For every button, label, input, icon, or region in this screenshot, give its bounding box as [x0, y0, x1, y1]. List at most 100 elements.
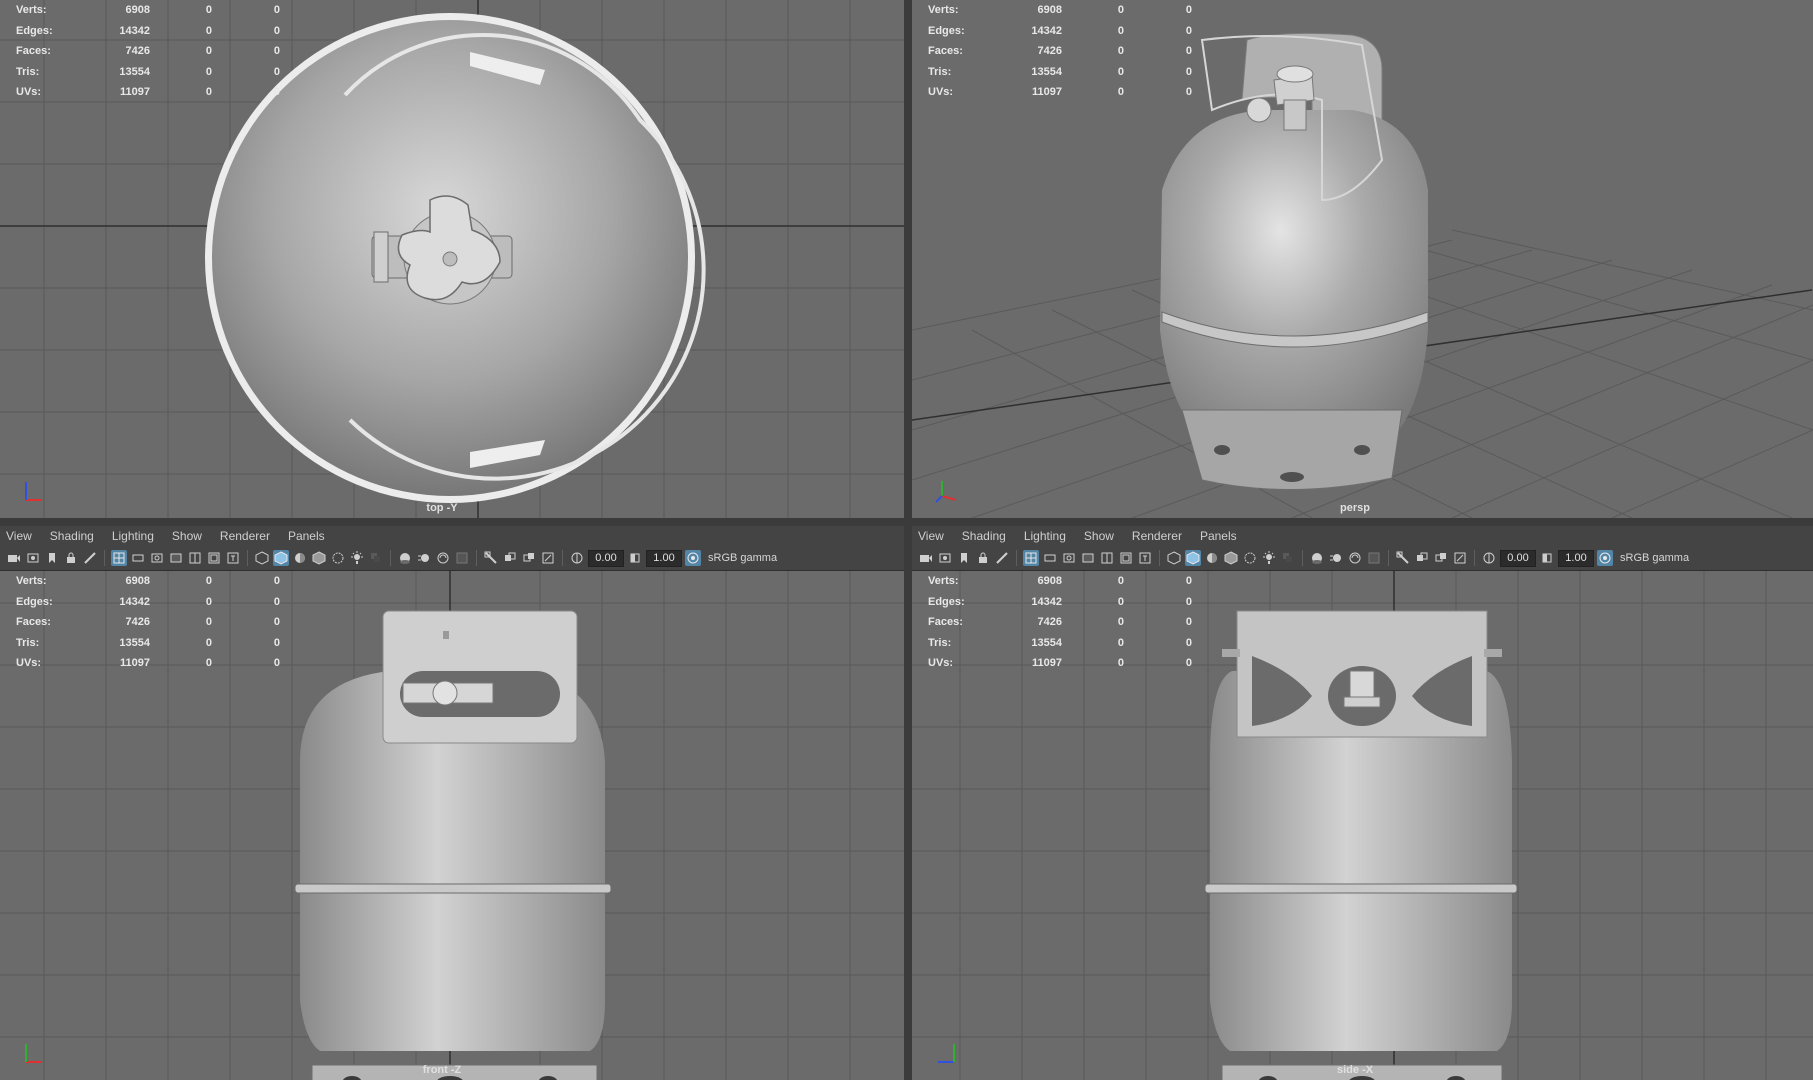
isolate-icon[interactable]	[1395, 550, 1411, 566]
hud-row-uvs: UVs: 11097 0 0	[16, 657, 280, 670]
ambient-occlusion-icon[interactable]	[397, 550, 413, 566]
exposure-icon[interactable]	[1481, 550, 1497, 566]
panel-divider-vertical[interactable]	[904, 0, 912, 1080]
menu-lighting[interactable]: Lighting	[112, 529, 154, 543]
viewport-panel-side[interactable]: View Shading Lighting Show Renderer Pane…	[912, 526, 1813, 1080]
hud-row-verts: Verts: 6908 0 0	[928, 4, 1192, 17]
wireframe-icon[interactable]	[254, 550, 270, 566]
safe-action-icon[interactable]	[206, 550, 222, 566]
menu-renderer[interactable]: Renderer	[1132, 529, 1182, 543]
default-material-icon[interactable]	[1204, 550, 1220, 566]
motion-blur-icon[interactable]	[416, 550, 432, 566]
menu-show[interactable]: Show	[172, 529, 202, 543]
light-icon[interactable]	[349, 550, 365, 566]
viewport-side[interactable]: Verts: 6908 0 0 Edges: 14342 0 0 Faces: 7426 0 0 …	[912, 571, 1813, 1080]
smooth-shade-icon[interactable]	[1185, 550, 1201, 566]
motion-blur-icon[interactable]	[1328, 550, 1344, 566]
exposure-field[interactable]: 0.00	[588, 549, 624, 567]
xray-icon[interactable]	[1242, 550, 1258, 566]
menu-shading[interactable]: Shading	[962, 529, 1006, 543]
safe-action-icon[interactable]	[1118, 550, 1134, 566]
camera-label-top: top -Y	[426, 502, 458, 514]
resolution-gate-icon[interactable]	[149, 550, 165, 566]
exposure-field[interactable]: 0.00	[1500, 549, 1536, 567]
field-chart-icon[interactable]	[187, 550, 203, 566]
film-gate-icon[interactable]	[130, 550, 146, 566]
menu-panels[interactable]: Panels	[1200, 529, 1237, 543]
viewport-panel-persp[interactable]: Verts: 6908 0 0 Edges: 14342 0 0 Faces: 7426 0 0 …	[912, 0, 1813, 518]
safe-title-icon[interactable]	[225, 550, 241, 566]
anti-alias-icon[interactable]	[435, 550, 451, 566]
depth-of-field-icon[interactable]	[454, 550, 470, 566]
textured-icon[interactable]	[1223, 550, 1239, 566]
grid-icon[interactable]	[1023, 550, 1039, 566]
menu-view[interactable]: View	[6, 529, 32, 543]
viewport-front[interactable]: Verts: 6908 0 0 Edges: 14342 0 0 Faces: 7426 0 0 …	[0, 571, 904, 1080]
camera-attributes-icon[interactable]	[937, 550, 953, 566]
colorspace-label[interactable]: sRGB gamma	[1620, 552, 1689, 564]
lock-camera-icon[interactable]	[975, 550, 991, 566]
camera-icon[interactable]	[6, 550, 22, 566]
camera-label-persp: persp	[1340, 502, 1370, 514]
viewport-persp[interactable]: Verts: 6908 0 0 Edges: 14342 0 0 Faces: 7426 0 0 …	[912, 0, 1813, 518]
xray-active-icon[interactable]	[521, 550, 537, 566]
axis-gizmo-icon	[25, 1044, 42, 1063]
xray-joints-icon[interactable]	[502, 550, 518, 566]
smooth-shade-icon[interactable]	[273, 550, 289, 566]
light-icon[interactable]	[1261, 550, 1277, 566]
gamma-field[interactable]: 1.00	[1558, 549, 1594, 567]
menu-renderer[interactable]: Renderer	[220, 529, 270, 543]
viewport-top[interactable]: Verts: 6908 0 0 Edges: 14342 0 0 Faces: 7426 0 0 …	[0, 0, 904, 518]
colorspace-icon[interactable]	[685, 550, 701, 566]
field-chart-icon[interactable]	[1099, 550, 1115, 566]
menu-panels[interactable]: Panels	[288, 529, 325, 543]
hud-row-verts: Verts: 6908 0 0	[16, 575, 280, 588]
bookmark-icon[interactable]	[956, 550, 972, 566]
menu-shading[interactable]: Shading	[50, 529, 94, 543]
camera-attributes-icon[interactable]	[25, 550, 41, 566]
film-gate-icon[interactable]	[1042, 550, 1058, 566]
bookmark-icon[interactable]	[44, 550, 60, 566]
grid-icon[interactable]	[111, 550, 127, 566]
hud-row-uvs: UVs: 11097 0 0	[928, 657, 1192, 670]
xray-joints-icon[interactable]	[1414, 550, 1430, 566]
resolution-gate-icon[interactable]	[1061, 550, 1077, 566]
xray-icon[interactable]	[330, 550, 346, 566]
exposure-icon[interactable]	[569, 550, 585, 566]
hud-row-edges: Edges: 14342 0 0	[16, 24, 280, 37]
colorspace-label[interactable]: sRGB gamma	[708, 552, 777, 564]
lock-camera-icon[interactable]	[63, 550, 79, 566]
menu-show[interactable]: Show	[1084, 529, 1114, 543]
gamma-icon[interactable]	[627, 550, 643, 566]
isolate-icon[interactable]	[483, 550, 499, 566]
frame-all-icon[interactable]	[540, 550, 556, 566]
default-material-icon[interactable]	[292, 550, 308, 566]
viewport-panel-top[interactable]: Verts: 6908 0 0 Edges: 14342 0 0 Faces: 7426 0 0 …	[0, 0, 904, 518]
gate-mask-icon[interactable]	[1080, 550, 1096, 566]
gamma-field[interactable]: 1.00	[646, 549, 682, 567]
colorspace-icon[interactable]	[1597, 550, 1613, 566]
shadows-icon[interactable]	[368, 550, 384, 566]
safe-title-icon[interactable]	[1137, 550, 1153, 566]
pan-zoom-icon[interactable]	[82, 550, 98, 566]
textured-icon[interactable]	[311, 550, 327, 566]
anti-alias-icon[interactable]	[1347, 550, 1363, 566]
frame-all-icon[interactable]	[1452, 550, 1468, 566]
gate-mask-icon[interactable]	[168, 550, 184, 566]
xray-active-icon[interactable]	[1433, 550, 1449, 566]
camera-label-front: front -Z	[422, 1064, 462, 1076]
wireframe-icon[interactable]	[1166, 550, 1182, 566]
gamma-icon[interactable]	[1539, 550, 1555, 566]
panel-divider-horizontal[interactable]	[0, 518, 1813, 526]
hud-row-edges: Edges: 14342 0 0	[928, 24, 1192, 37]
menu-view[interactable]: View	[918, 529, 944, 543]
viewport-panel-front[interactable]: View Shading Lighting Show Renderer Pane…	[0, 526, 904, 1080]
panel-menubar-front: View Shading Lighting Show Renderer Pane…	[0, 526, 904, 546]
depth-of-field-icon[interactable]	[1366, 550, 1382, 566]
shadows-icon[interactable]	[1280, 550, 1296, 566]
menu-lighting[interactable]: Lighting	[1024, 529, 1066, 543]
pan-zoom-icon[interactable]	[994, 550, 1010, 566]
ambient-occlusion-icon[interactable]	[1309, 550, 1325, 566]
panel-toolbar-side: 0.00 1.00 sRGB gamma	[912, 546, 1813, 571]
camera-icon[interactable]	[918, 550, 934, 566]
